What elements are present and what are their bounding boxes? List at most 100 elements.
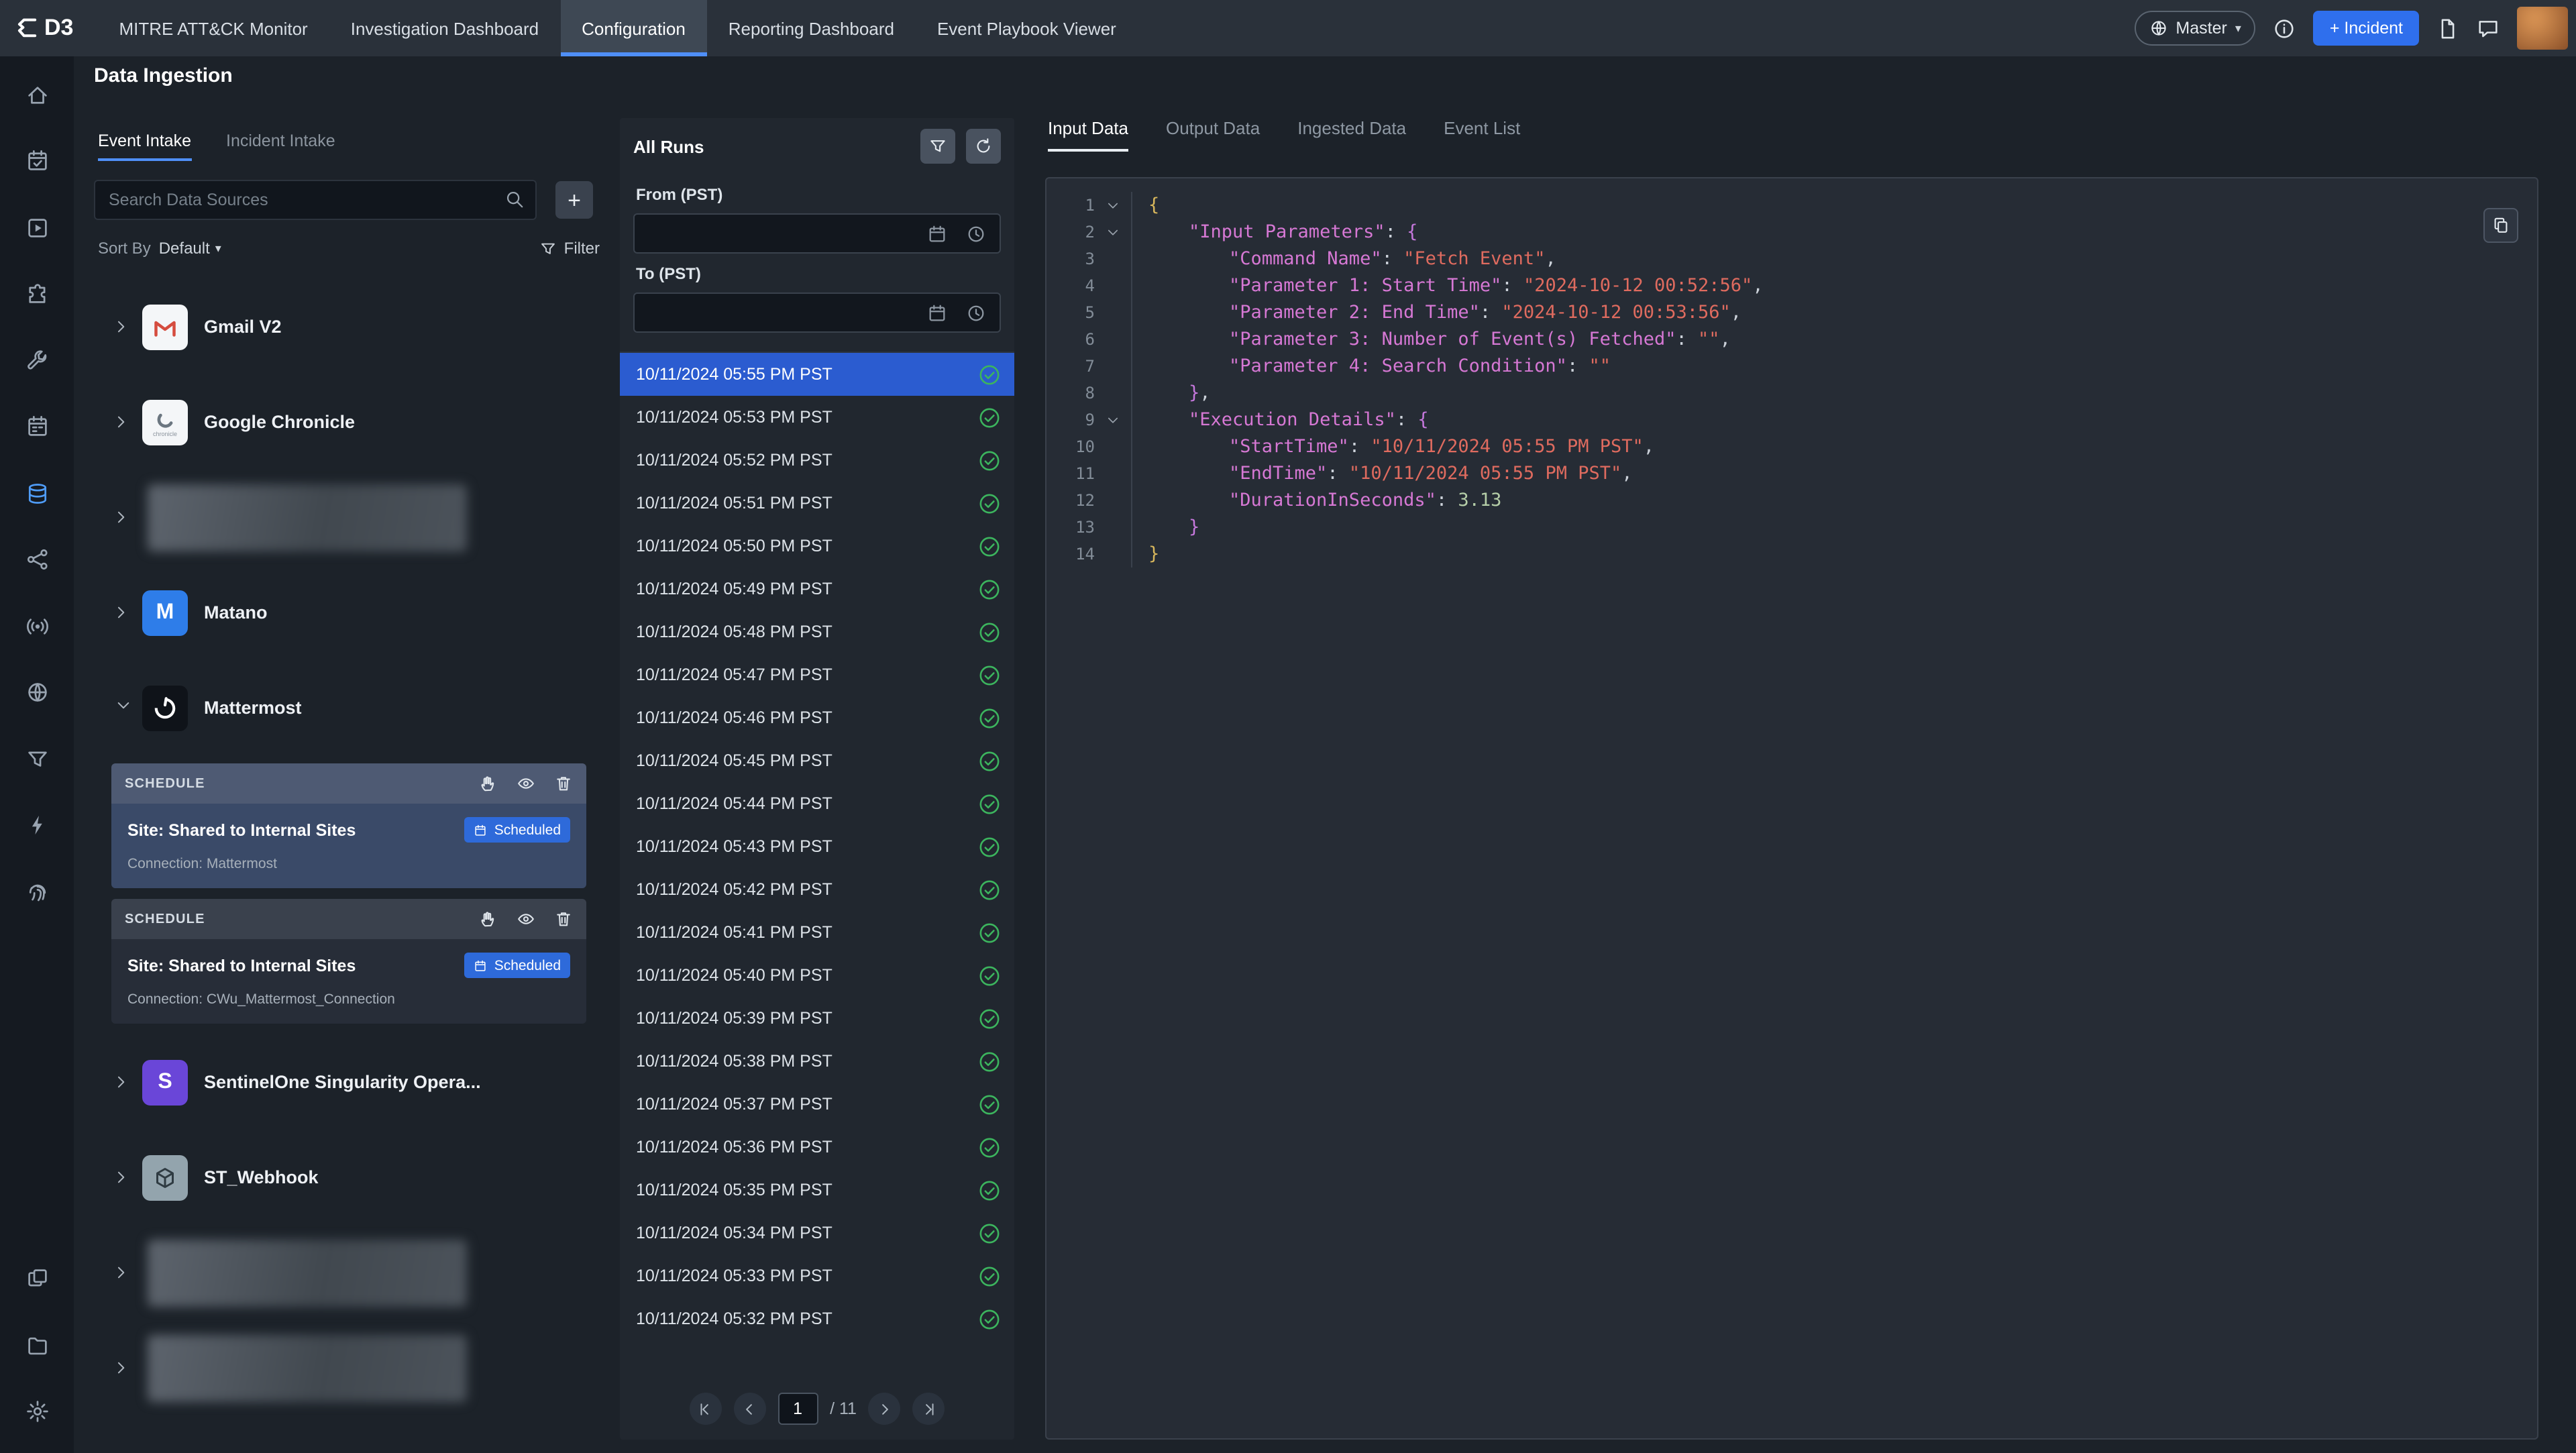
to-datetime-input[interactable] (633, 292, 1001, 333)
rail-button-folder[interactable] (0, 1312, 74, 1379)
data-source-gmail-v2[interactable]: Gmail V2 (94, 279, 604, 374)
tab-input-data[interactable]: Input Data (1048, 118, 1128, 152)
chevron-right-icon[interactable] (113, 508, 134, 526)
master-selector[interactable]: Master ▾ (2134, 11, 2255, 46)
run-row[interactable]: 10/11/2024 05:46 PM PST (620, 696, 1014, 739)
run-row[interactable]: 10/11/2024 05:51 PM PST (620, 482, 1014, 525)
data-source-st-webhook[interactable]: ST_Webhook (94, 1130, 604, 1225)
run-row[interactable]: 10/11/2024 05:42 PM PST (620, 868, 1014, 911)
rail-button-link-analysis[interactable] (0, 527, 74, 593)
run-row[interactable]: 10/11/2024 05:47 PM PST (620, 653, 1014, 696)
tab-ingested-data[interactable]: Ingested Data (1297, 118, 1406, 152)
page-number-input[interactable]: 1 (777, 1393, 818, 1425)
page-prev-button[interactable] (733, 1393, 765, 1425)
document-icon[interactable] (2436, 17, 2459, 40)
rail-button-data-ingestion[interactable] (0, 460, 74, 527)
tab-event-intake[interactable]: Event Intake (98, 131, 191, 161)
data-source-sentinelone-singularity-opera[interactable]: SSentinelOne Singularity Opera... (94, 1034, 604, 1130)
rail-button-broadcast[interactable] (0, 593, 74, 659)
rail-button-globe[interactable] (0, 659, 74, 726)
schedule-card[interactable]: SCHEDULESite: Shared to Internal SitesSc… (111, 763, 586, 888)
data-source-redacted[interactable] (94, 470, 604, 565)
sort-by-dropdown[interactable]: Default ▾ (159, 239, 221, 258)
tab-output-data[interactable]: Output Data (1166, 118, 1260, 152)
rail-button-incident-calendar[interactable] (0, 128, 74, 195)
search-input[interactable] (94, 180, 537, 220)
chevron-right-icon[interactable] (113, 318, 134, 335)
run-row[interactable]: 10/11/2024 05:55 PM PST (620, 353, 1014, 396)
runs-filter-button[interactable] (920, 129, 955, 164)
data-source-mattermost[interactable]: Mattermost (94, 660, 604, 755)
chat-icon[interactable] (2477, 17, 2500, 40)
eye-icon[interactable] (517, 910, 535, 928)
nav-item-configuration[interactable]: Configuration (560, 0, 707, 56)
run-row[interactable]: 10/11/2024 05:48 PM PST (620, 610, 1014, 653)
rail-button-windows-copy[interactable] (0, 1246, 74, 1312)
grab-icon[interactable] (479, 774, 498, 793)
user-avatar[interactable] (2517, 7, 2568, 50)
page-first-button[interactable] (689, 1393, 721, 1425)
rail-button-integrations[interactable] (0, 261, 74, 327)
rail-button-playbook[interactable] (0, 195, 74, 261)
collapse-chevron-icon[interactable] (1095, 407, 1131, 433)
chevron-down-icon[interactable] (115, 697, 132, 718)
rail-button-settings-gear[interactable] (0, 1379, 74, 1445)
delete-icon[interactable] (554, 910, 573, 928)
page-last-button[interactable] (913, 1393, 945, 1425)
data-source-matano[interactable]: MMatano (94, 565, 604, 660)
from-datetime-input[interactable] (633, 213, 1001, 254)
grab-icon[interactable] (479, 910, 498, 928)
chevron-right-icon[interactable] (113, 1073, 134, 1091)
chevron-right-icon[interactable] (113, 1169, 134, 1186)
rail-button-fingerprint[interactable] (0, 859, 74, 925)
app-logo[interactable]: D3 (0, 0, 97, 56)
info-icon[interactable] (2273, 17, 2296, 40)
run-row[interactable]: 10/11/2024 05:53 PM PST (620, 396, 1014, 439)
filter-button[interactable]: Filter (540, 239, 600, 258)
add-incident-button[interactable]: + Incident (2314, 11, 2419, 46)
run-row[interactable]: 10/11/2024 05:34 PM PST (620, 1212, 1014, 1254)
collapse-chevron-icon[interactable] (1095, 219, 1131, 246)
eye-icon[interactable] (517, 774, 535, 793)
collapse-chevron-icon[interactable] (1095, 192, 1131, 219)
clock-icon[interactable] (966, 303, 986, 323)
search-icon[interactable] (504, 189, 525, 209)
run-row[interactable]: 10/11/2024 05:38 PM PST (620, 1040, 1014, 1083)
nav-item-mitre-att-ck-monitor[interactable]: MITRE ATT&CK Monitor (97, 0, 329, 56)
add-data-source-button[interactable]: + (555, 181, 593, 219)
run-row[interactable]: 10/11/2024 05:40 PM PST (620, 954, 1014, 997)
rail-button-automation[interactable] (0, 792, 74, 859)
calendar-icon[interactable] (927, 303, 947, 323)
chevron-right-icon[interactable] (113, 604, 134, 621)
chevron-right-icon[interactable] (113, 1359, 134, 1377)
rail-button-funnel[interactable] (0, 726, 74, 792)
run-row[interactable]: 10/11/2024 05:36 PM PST (620, 1126, 1014, 1169)
chevron-right-icon[interactable] (113, 1264, 134, 1281)
nav-item-event-playbook-viewer[interactable]: Event Playbook Viewer (916, 0, 1138, 56)
schedule-card[interactable]: SCHEDULESite: Shared to Internal SitesSc… (111, 899, 586, 1024)
run-row[interactable]: 10/11/2024 05:33 PM PST (620, 1254, 1014, 1297)
run-row[interactable]: 10/11/2024 05:32 PM PST (620, 1297, 1014, 1340)
run-row[interactable]: 10/11/2024 05:44 PM PST (620, 782, 1014, 825)
nav-item-reporting-dashboard[interactable]: Reporting Dashboard (707, 0, 916, 56)
run-row[interactable]: 10/11/2024 05:39 PM PST (620, 997, 1014, 1040)
rail-button-schedule-calendar[interactable] (0, 394, 74, 460)
data-source-redacted[interactable] (94, 1225, 604, 1320)
delete-icon[interactable] (554, 774, 573, 793)
calendar-icon[interactable] (927, 223, 947, 244)
run-row[interactable]: 10/11/2024 05:50 PM PST (620, 525, 1014, 568)
run-row[interactable]: 10/11/2024 05:41 PM PST (620, 911, 1014, 954)
tab-incident-intake[interactable]: Incident Intake (226, 131, 335, 161)
copy-button[interactable] (2483, 208, 2518, 243)
run-row[interactable]: 10/11/2024 05:45 PM PST (620, 739, 1014, 782)
page-next-button[interactable] (869, 1393, 901, 1425)
chevron-right-icon[interactable] (113, 413, 134, 431)
run-row[interactable]: 10/11/2024 05:35 PM PST (620, 1169, 1014, 1212)
nav-item-investigation-dashboard[interactable]: Investigation Dashboard (329, 0, 560, 56)
run-row[interactable]: 10/11/2024 05:52 PM PST (620, 439, 1014, 482)
data-source-redacted[interactable] (94, 1320, 604, 1415)
run-row[interactable]: 10/11/2024 05:49 PM PST (620, 568, 1014, 610)
run-row[interactable]: 10/11/2024 05:43 PM PST (620, 825, 1014, 868)
clock-icon[interactable] (966, 223, 986, 244)
run-row[interactable]: 10/11/2024 05:37 PM PST (620, 1083, 1014, 1126)
